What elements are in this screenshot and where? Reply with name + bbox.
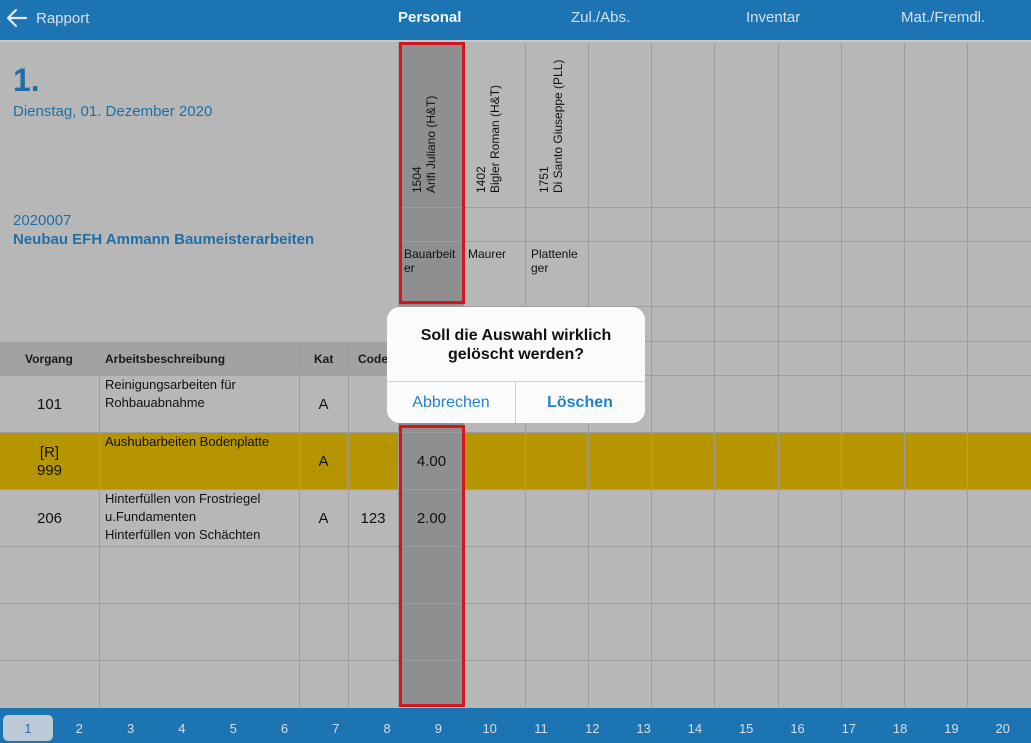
row-2-kat: A: [318, 453, 329, 470]
grid-line: [0, 603, 1031, 604]
page-7[interactable]: 7: [311, 715, 361, 741]
delete-button[interactable]: Löschen: [516, 382, 644, 423]
day-pager: 1 2 3 4 5 6 7 8 9 10 11 12 13 14 15 16 17 18 19 20: [0, 708, 1031, 743]
person-header-2[interactable]: 1402 Bigler Roman (H&T): [474, 85, 502, 193]
cancel-button[interactable]: Abbrechen: [387, 382, 515, 423]
grid-line: [0, 546, 1031, 547]
person-number: 1751: [537, 166, 551, 193]
row-3-code: 123: [360, 510, 386, 527]
page-14[interactable]: 14: [670, 715, 720, 741]
selection-frame-header: [399, 42, 465, 304]
page-18[interactable]: 18: [875, 715, 925, 741]
tab-mat-fremdl[interactable]: Mat./Fremdl.: [901, 9, 985, 26]
page-10[interactable]: 10: [465, 715, 515, 741]
page-11[interactable]: 11: [516, 715, 566, 741]
page-4[interactable]: 4: [157, 715, 207, 741]
page-5[interactable]: 5: [208, 715, 258, 741]
person-name: Bigler Roman (H&T): [488, 84, 502, 193]
row-1-description: Reinigungsarbeiten für Rohbauabnahme: [105, 377, 236, 410]
page-6[interactable]: 6: [260, 715, 310, 741]
page-20[interactable]: 20: [978, 715, 1028, 741]
row-1-kat: A: [318, 396, 329, 413]
person-name: Di Santo Giuseppe (PLL): [551, 59, 565, 193]
person-header-3[interactable]: 1751 Di Santo Giuseppe (PLL): [537, 60, 565, 193]
column-header-vorgang: Vorgang: [25, 352, 73, 366]
tab-zul-abs[interactable]: Zul./Abs.: [571, 9, 630, 26]
day-number: 1.: [13, 62, 40, 98]
page-12[interactable]: 12: [567, 715, 617, 741]
row-1-vorgang: 101: [36, 396, 63, 413]
tab-personal[interactable]: Personal: [398, 9, 461, 26]
grid-line: [0, 660, 1031, 661]
project-number: 2020007: [13, 212, 72, 229]
page-16[interactable]: 16: [773, 715, 823, 741]
row-2-description: Aushubarbeiten Bodenplatte: [105, 434, 270, 449]
page-9[interactable]: 9: [413, 715, 463, 741]
row-2-vorgang: [R] 999: [36, 444, 63, 479]
page-17[interactable]: 17: [824, 715, 874, 741]
person-role-3: Plattenle ger: [531, 247, 578, 275]
page-15[interactable]: 15: [721, 715, 771, 741]
selection-frame-body: [399, 425, 465, 707]
project-name: Neubau EFH Ammann Baumeisterarbeiten: [13, 231, 315, 248]
grid-line: [398, 241, 1031, 242]
page-3[interactable]: 3: [106, 715, 156, 741]
person-role-2: Maurer: [468, 247, 507, 261]
grid-line: [99, 376, 100, 707]
tab-inventar[interactable]: Inventar: [746, 9, 800, 26]
back-label: Rapport: [36, 9, 90, 27]
page-8[interactable]: 8: [362, 715, 412, 741]
back-button[interactable]: Rapport: [6, 6, 89, 30]
column-header-kat: Kat: [314, 352, 334, 366]
row-3-description: Hinterfüllen von Frostriegel u.Fundamente…: [105, 491, 261, 542]
column-header-arbeitsbeschreibung: Arbeitsbeschreibung: [105, 352, 226, 366]
page-2[interactable]: 2: [54, 715, 104, 741]
page-1[interactable]: 1: [3, 715, 53, 741]
grid-line: [398, 207, 1031, 208]
confirm-dialog: Soll die Auswahl wirklich gelöscht werde…: [387, 307, 645, 423]
row-3-kat: A: [318, 510, 329, 527]
report-date: Dienstag, 01. Dezember 2020: [13, 103, 213, 120]
person-number: 1402: [474, 166, 488, 193]
column-header-code: Code: [358, 352, 388, 366]
page-19[interactable]: 19: [926, 715, 976, 741]
arrow-left-icon: [6, 8, 28, 28]
dialog-message: Soll die Auswahl wirklich gelöscht werde…: [420, 327, 612, 363]
top-navigation-bar: Rapport Personal Zul./Abs. Inventar Mat.…: [0, 0, 1031, 42]
row-3-vorgang: 206: [36, 510, 63, 527]
page-13[interactable]: 13: [619, 715, 669, 741]
